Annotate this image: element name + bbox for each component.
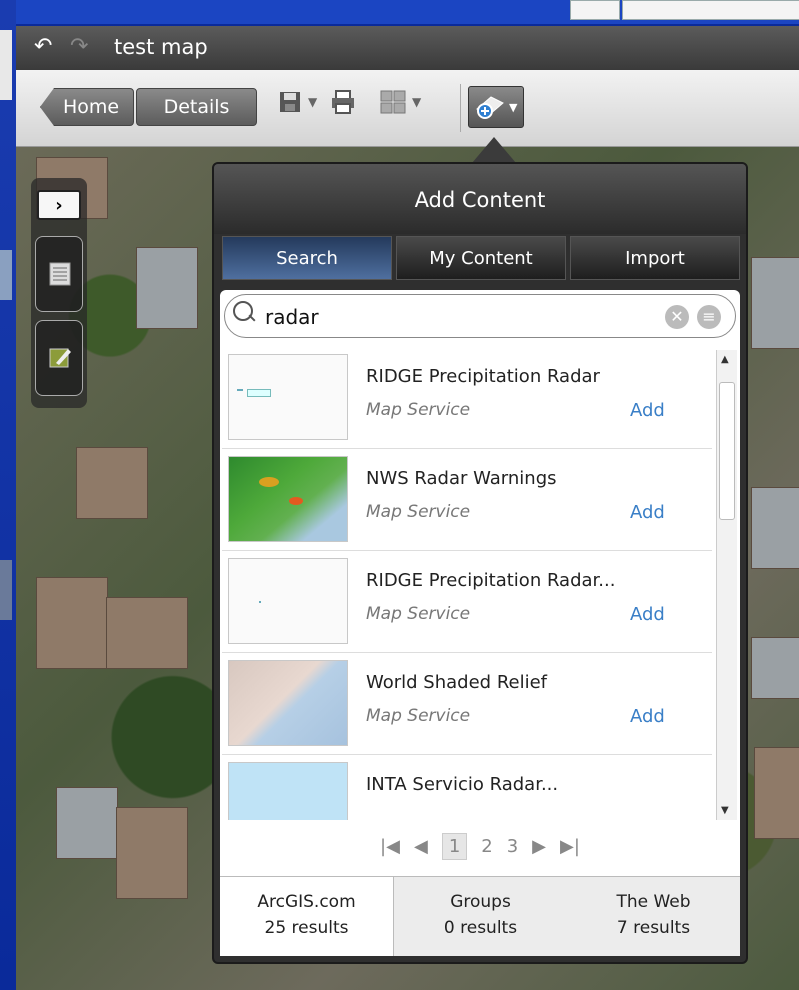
- print-icon[interactable]: [330, 90, 356, 120]
- first-page-icon[interactable]: |◀: [380, 836, 400, 857]
- scope-name: Groups: [450, 892, 511, 912]
- page-1[interactable]: 1: [441, 832, 468, 860]
- list-item[interactable]: NWS Radar Warnings Map Service Add: [222, 448, 712, 551]
- add-content-title: Add Content: [414, 188, 546, 212]
- item-title: RIDGE Precipitation Radar: [366, 366, 600, 387]
- tab-import[interactable]: Import: [570, 236, 740, 280]
- scroll-up-icon[interactable]: ▲: [721, 354, 729, 365]
- undo-icon[interactable]: ↶: [34, 34, 52, 59]
- tab-search[interactable]: Search: [222, 236, 392, 280]
- scope-count: 7 results: [616, 918, 691, 938]
- background-window-edge: [0, 560, 12, 620]
- browser-toolbar-box[interactable]: [622, 0, 799, 20]
- popup-pointer: [472, 137, 516, 163]
- add-content-header: Add Content: [214, 164, 746, 234]
- prev-page-icon[interactable]: ◀: [414, 836, 428, 857]
- tab-my-content[interactable]: My Content: [396, 236, 566, 280]
- map-title: test map: [114, 35, 208, 59]
- background-windows-strip: [0, 0, 16, 990]
- map-house: [106, 597, 188, 669]
- item-title: INTA Servicio Radar...: [366, 774, 559, 795]
- add-item-link[interactable]: Add: [630, 502, 665, 523]
- search-box: ✕ ≡: [224, 294, 736, 338]
- last-page-icon[interactable]: ▶|: [560, 836, 580, 857]
- item-title: NWS Radar Warnings: [366, 468, 557, 489]
- save-dropdown-caret-icon[interactable]: ▼: [308, 95, 317, 109]
- item-thumbnail: [228, 354, 348, 440]
- item-thumbnail: [228, 762, 348, 820]
- expand-panel-button[interactable]: ›: [37, 190, 81, 220]
- page-2[interactable]: 2: [481, 836, 492, 857]
- item-thumbnail: [228, 660, 348, 746]
- map-house: [36, 577, 108, 669]
- map-side-panel: ›: [31, 178, 87, 408]
- basemap-dropdown-caret-icon[interactable]: ▼: [412, 95, 421, 109]
- list-item[interactable]: World Shaded Relief Map Service Add: [222, 652, 712, 755]
- pagination: |◀ ◀ 1 2 3 ▶ ▶|: [220, 824, 740, 868]
- map-house: [136, 247, 198, 329]
- scrollbar-thumb[interactable]: [719, 382, 735, 520]
- list-item[interactable]: RIDGE Precipitation Radar... Map Service…: [222, 550, 712, 653]
- scroll-down-icon[interactable]: ▼: [721, 805, 729, 816]
- map-house: [116, 807, 188, 899]
- contents-button[interactable]: [35, 236, 83, 312]
- browser-top-chrome: [16, 0, 799, 26]
- map-house: [56, 787, 118, 859]
- home-button[interactable]: Home: [40, 88, 134, 126]
- results-scrollbar[interactable]: ▲ ▼: [716, 350, 737, 820]
- map-house: [751, 637, 799, 699]
- redo-icon[interactable]: ↷: [70, 34, 88, 59]
- add-content-body: ✕ ≡ RIDGE Precipitation Radar Map Servic…: [220, 290, 740, 956]
- scope-count: 25 results: [264, 918, 349, 938]
- add-item-link[interactable]: Add: [630, 604, 665, 625]
- search-scopes: ArcGIS.com 25 results Groups 0 results T…: [220, 876, 740, 956]
- item-type: Map Service: [366, 400, 471, 420]
- edit-icon: [49, 348, 71, 368]
- scope-arcgis[interactable]: ArcGIS.com 25 results: [220, 877, 394, 956]
- list-item[interactable]: RIDGE Precipitation Radar Map Service Ad…: [222, 346, 712, 449]
- background-window-edge: [0, 250, 12, 300]
- clear-icon[interactable]: ✕: [665, 305, 689, 329]
- add-item-link[interactable]: Add: [630, 706, 665, 727]
- item-type: Map Service: [366, 604, 471, 624]
- item-title: World Shaded Relief: [366, 672, 548, 693]
- list-item[interactable]: INTA Servicio Radar...: [222, 754, 712, 820]
- app-title-bar: ↶ ↷ test map: [16, 26, 799, 70]
- search-icon: [233, 301, 253, 321]
- map-house: [751, 257, 799, 349]
- basemap-grid-icon[interactable]: [380, 90, 406, 120]
- item-type: Map Service: [366, 706, 471, 726]
- browser-toolbar-box[interactable]: [570, 0, 620, 20]
- item-title: RIDGE Precipitation Radar...: [366, 570, 616, 591]
- main-toolbar: Home Details ▼ ▼ ▼: [16, 70, 799, 147]
- map-house: [751, 487, 799, 569]
- scope-count: 0 results: [443, 918, 518, 938]
- page-3[interactable]: 3: [507, 836, 518, 857]
- menu-icon[interactable]: ≡: [697, 305, 721, 329]
- item-thumbnail: [228, 558, 348, 644]
- contents-icon: [49, 262, 71, 286]
- background-window-edge: [0, 30, 12, 100]
- add-content-panel: Add Content Search My Content Import ✕ ≡…: [212, 162, 748, 964]
- details-button[interactable]: Details: [136, 88, 257, 126]
- search-input[interactable]: [263, 302, 647, 332]
- item-type: Map Service: [366, 502, 471, 522]
- add-content-button[interactable]: ▼: [468, 86, 524, 128]
- toolbar-separator: [460, 84, 461, 132]
- add-item-link[interactable]: Add: [630, 400, 665, 421]
- next-page-icon[interactable]: ▶: [532, 836, 546, 857]
- scope-name: The Web: [616, 892, 691, 912]
- add-content-caret-icon: ▼: [509, 101, 518, 114]
- scope-groups[interactable]: Groups 0 results: [394, 877, 567, 956]
- item-thumbnail: [228, 456, 348, 542]
- add-content-tabs: Search My Content Import: [222, 236, 740, 280]
- map-house: [76, 447, 148, 519]
- add-content-icon: [475, 93, 505, 125]
- scope-web[interactable]: The Web 7 results: [567, 877, 740, 956]
- results-list: RIDGE Precipitation Radar Map Service Ad…: [222, 346, 714, 820]
- map-house: [754, 747, 799, 839]
- edit-button[interactable]: [35, 320, 83, 396]
- scope-name: ArcGIS.com: [257, 892, 356, 912]
- save-icon[interactable]: [278, 90, 302, 120]
